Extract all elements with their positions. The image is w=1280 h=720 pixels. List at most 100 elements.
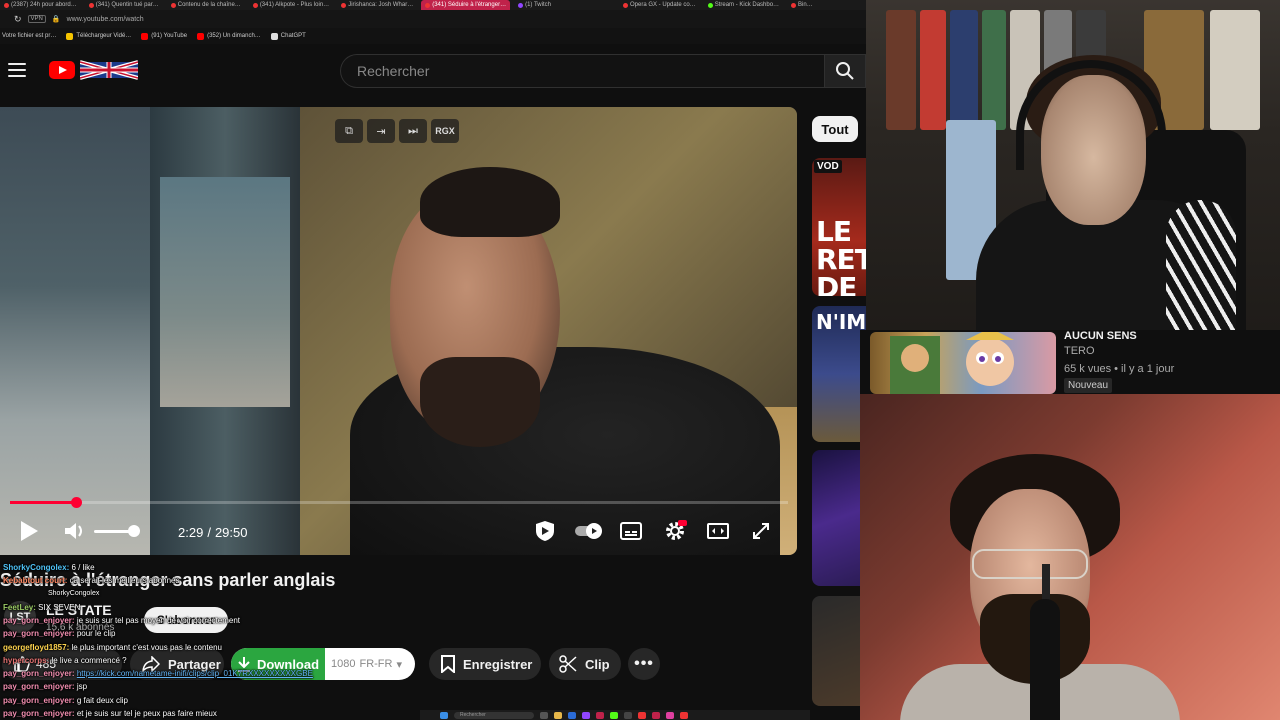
like-button[interactable]: 485 [2, 648, 122, 680]
download-widget[interactable]: Download 1080 FR-FR ▾ [231, 648, 415, 680]
progress-bar[interactable] [10, 497, 788, 508]
recommendation-thumbnail[interactable] [812, 596, 866, 706]
youtube-header: Rechercher [0, 44, 866, 100]
search-button[interactable] [824, 54, 866, 88]
autoplay-toggle[interactable] [574, 519, 604, 543]
duration: 29:50 [214, 524, 248, 540]
save-button[interactable]: Enregistrer [429, 648, 541, 680]
play-icon [21, 521, 38, 541]
browser-tab[interactable]: Opera GX - Update co… [619, 0, 700, 10]
search-input[interactable]: Rechercher [340, 54, 824, 88]
fullscreen-button[interactable] [748, 519, 774, 543]
taskbar-app-icon[interactable] [666, 711, 674, 719]
reload-icon[interactable]: ↻ [14, 14, 22, 25]
browser-tab[interactable]: Bin… [787, 0, 817, 10]
new-badge: Nouveau [1064, 378, 1113, 393]
webcam-bottom [860, 394, 1280, 720]
recommendation-meta: 65 k vues • il y a 1 jour [1064, 363, 1175, 375]
subtitles-button[interactable] [618, 519, 644, 543]
recommendation-channel[interactable]: TERO [1064, 345, 1095, 357]
browser-tab[interactable]: Stream - Kick Dashbo… [704, 0, 783, 10]
taskbar-app-icon[interactable] [624, 711, 632, 719]
popout-icon[interactable]: ⧉ [335, 119, 363, 143]
download-button[interactable]: Download [231, 648, 325, 680]
taskbar-app-icon[interactable] [582, 711, 590, 719]
sponsorblock-button[interactable] [532, 519, 558, 543]
windows-start-icon[interactable] [440, 711, 448, 719]
folder-icon[interactable] [554, 711, 562, 719]
recommendation-card[interactable]: AUCUN SENS TERO 65 k vues • il y a 1 jou… [860, 330, 1280, 394]
channel-avatar[interactable]: LST [4, 601, 36, 633]
player-top-controls: ⧉ ⇥ ⏭ RGX [335, 119, 459, 143]
rgx-button[interactable]: RGX [431, 119, 459, 143]
opera-gx-icon[interactable] [596, 711, 604, 719]
bookmark-item[interactable]: Téléchargeur Vidé… [66, 32, 131, 40]
recommendation-thumbnail[interactable] [870, 332, 1056, 394]
taskbar-search[interactable]: Rechercher [454, 711, 534, 719]
toggle-icon [575, 523, 602, 539]
screen: (2387) 24h pour abord… (341) Quentin tué… [0, 0, 1280, 720]
taskbar-app-icon[interactable] [680, 711, 688, 719]
recommendation-thumbnail[interactable]: N'IMP [812, 306, 866, 442]
theater-mode-button[interactable] [705, 519, 731, 543]
download-icon [237, 657, 250, 672]
browser-tab-active[interactable]: (341) Séduire à l'étranger… [421, 0, 511, 10]
browser-tab[interactable]: Jirishanca: Josh Whar… [337, 0, 417, 10]
url-text[interactable]: www.youtube.com/watch [67, 16, 144, 23]
share-icon [142, 656, 160, 672]
vod-badge: VOD [814, 160, 842, 173]
player-controls: 2:29 / 29:50 [0, 513, 797, 549]
expand-icon [753, 523, 769, 539]
bookmark-item[interactable]: (91) YouTube [141, 32, 187, 40]
video-player[interactable]: ⧉ ⇥ ⏭ RGX 2:29 / 29:50 [0, 107, 797, 555]
browser-tab[interactable]: (341) Alkpote - Plus loin… [249, 0, 333, 10]
skip-next-icon[interactable]: ⏭ [399, 119, 427, 143]
volume-button[interactable] [62, 519, 88, 543]
recommendation-title[interactable]: AUCUN SENS [1064, 330, 1137, 342]
subscribe-button[interactable]: S'abonner [144, 607, 228, 633]
play-button[interactable] [18, 519, 40, 543]
hamburger-menu-icon[interactable] [8, 63, 26, 77]
chat-message: pay_gorn_enjoyer: jsp [3, 682, 88, 691]
chat-message: pay_gorn_enjoyer: g fait deux clip [3, 696, 128, 705]
recommendation-thumbnail[interactable]: VOD LE RET DE GA [812, 158, 866, 296]
vpn-icon[interactable]: VPN [27, 15, 46, 23]
clip-button[interactable]: Clip [549, 648, 621, 680]
bookmark-item[interactable]: ChatGPT [270, 32, 306, 40]
pip-icon[interactable]: ⇥ [367, 119, 395, 143]
download-quality-select[interactable]: 1080 FR-FR ▾ [325, 658, 402, 671]
more-actions-button[interactable]: ••• [628, 648, 660, 680]
volume-knob[interactable] [128, 525, 140, 537]
video-actions: 485 Partager Download 1080 FR-FR ▾ Enreg… [0, 648, 797, 680]
video-title: Séduire à l'étranger sans parler anglais [0, 570, 336, 590]
more-icon: ••• [634, 655, 654, 672]
channel-name[interactable]: LE STATE [46, 602, 112, 618]
browser-tab[interactable]: (341) Quentin tué par… [85, 0, 163, 10]
browser-tab[interactable]: Contenu de la chaîne… [167, 0, 245, 10]
share-button[interactable]: Partager [130, 648, 224, 680]
browser-tab[interactable]: (2387) 24h pour abord… [0, 0, 81, 10]
chat-message: pay_gorn_enjoyer: et je suis sur tel je … [3, 709, 217, 718]
current-time: 2:29 [178, 524, 204, 540]
taskbar-app-icon[interactable] [568, 711, 576, 719]
search-icon [836, 62, 854, 80]
thumbs-up-icon [14, 656, 30, 672]
taskbar-app-icon[interactable] [652, 711, 660, 719]
recommendation-thumbnail[interactable] [812, 450, 866, 586]
country-flag-logo [80, 60, 138, 80]
like-count: 485 [36, 657, 57, 671]
gear-icon [666, 520, 687, 540]
address-bar[interactable]: ↻ VPN 🔒 www.youtube.com/watch [0, 10, 866, 28]
taskbar-app-icon[interactable] [540, 711, 548, 719]
bookmark-item[interactable]: Votre fichier est pr… [2, 33, 56, 39]
taskbar: Rechercher [420, 710, 810, 720]
taskbar-app-icon[interactable] [610, 711, 618, 719]
youtube-logo[interactable] [49, 61, 75, 79]
filter-chip-all[interactable]: Tout [812, 116, 858, 142]
browser-tab[interactable]: (1) Twitch [514, 0, 555, 10]
time-display: 2:29 / 29:50 [178, 524, 248, 540]
settings-button[interactable] [662, 519, 688, 543]
taskbar-app-icon[interactable] [638, 711, 646, 719]
bookmark-item[interactable]: (352) Un dimanch… [197, 32, 261, 40]
lock-icon: 🔒 [51, 16, 61, 23]
